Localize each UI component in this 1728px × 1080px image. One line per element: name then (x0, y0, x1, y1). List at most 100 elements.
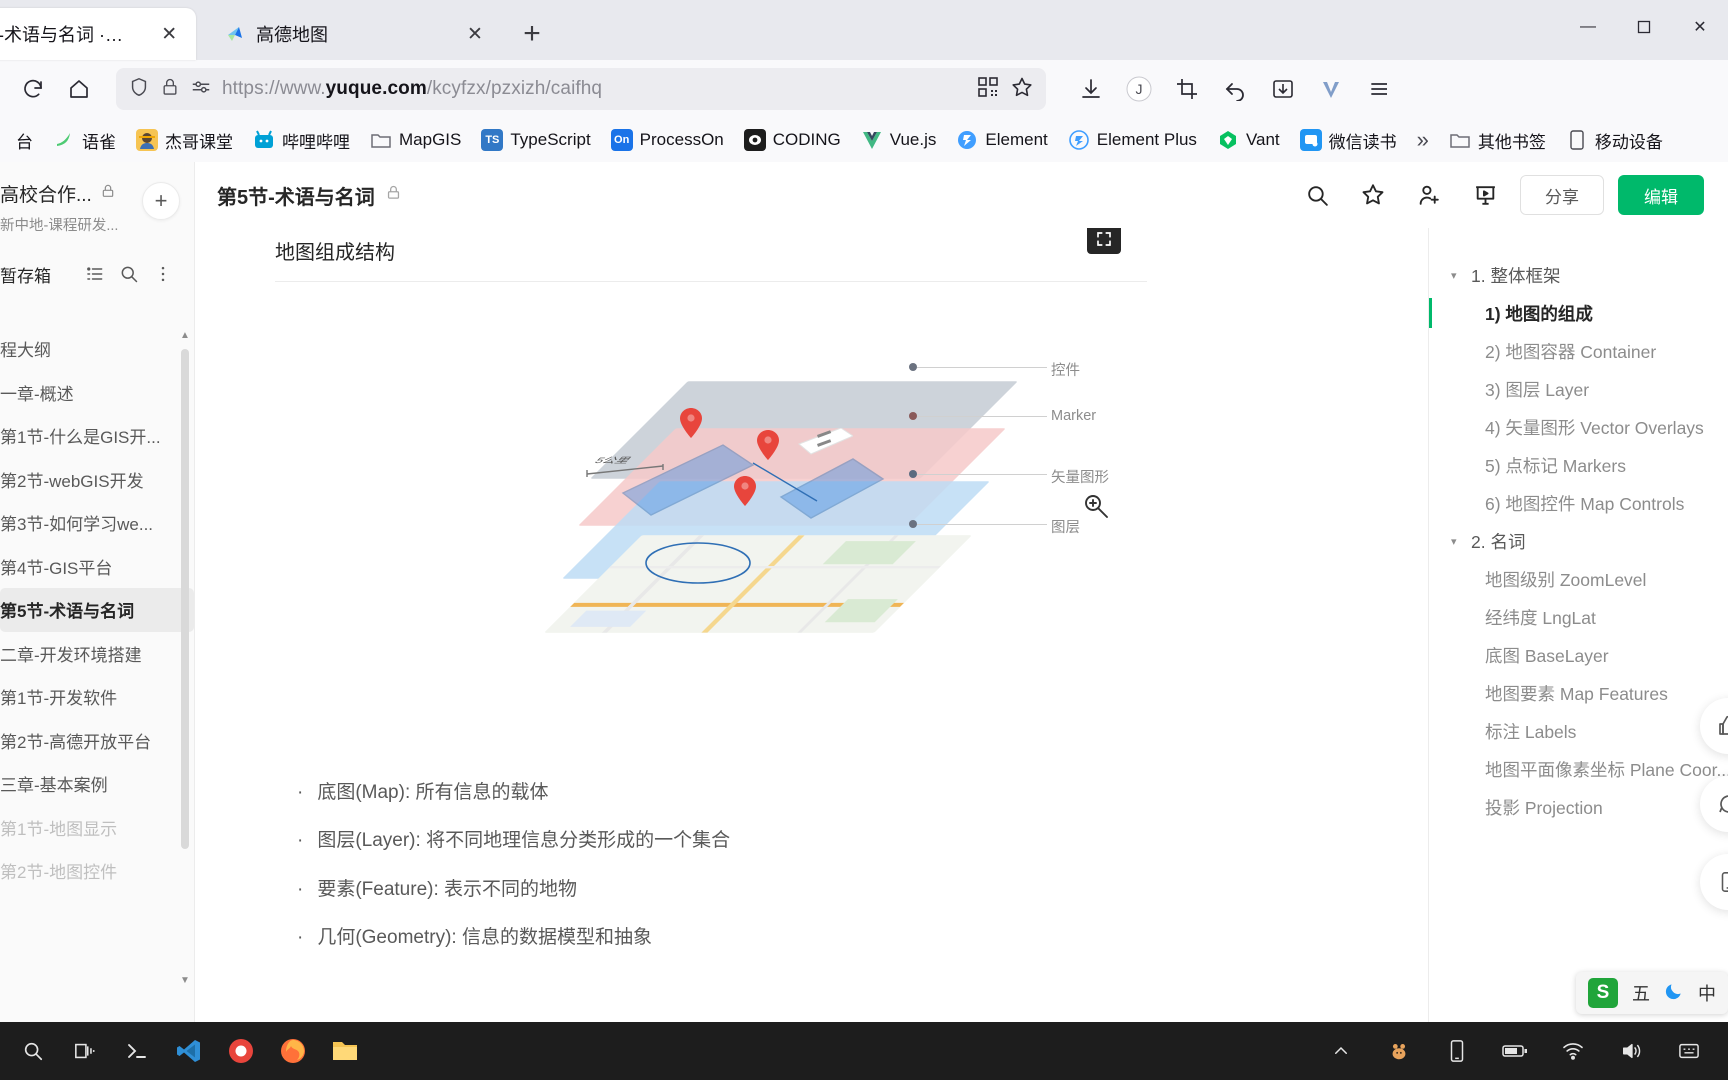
toc-item[interactable]: ▾ 2. 名词 (1429, 522, 1728, 560)
wifi-icon[interactable] (1550, 1028, 1596, 1074)
explorer-icon[interactable] (322, 1028, 368, 1074)
toc-item[interactable]: 2) 地图容器 Container (1429, 332, 1728, 370)
minimize-button[interactable]: — (1560, 6, 1616, 48)
bookmark-item[interactable]: On ProcessOn (603, 124, 732, 156)
sidebar-item[interactable]: 第2节-地图控件 (0, 849, 194, 893)
mobile-bookmarks-folder[interactable]: 移动设备 (1558, 123, 1671, 158)
toc-item[interactable]: ▾ 1. 整体框架 (1429, 256, 1728, 294)
toc-item[interactable]: 4) 矢量图形 Vector Overlays (1429, 408, 1728, 446)
chevron-down-icon[interactable]: ▼ (178, 972, 192, 988)
search-icon[interactable] (1296, 174, 1338, 216)
close-icon[interactable]: ✕ (156, 19, 182, 49)
bookmark-item[interactable]: Element (948, 124, 1055, 156)
toc-item[interactable]: 底图 BaseLayer (1429, 636, 1728, 674)
star-icon[interactable] (1352, 174, 1394, 216)
sidebar-item[interactable]: 第1节-什么是GIS开... (0, 414, 194, 458)
chevron-up-icon[interactable] (1318, 1028, 1364, 1074)
present-icon[interactable] (1464, 174, 1506, 216)
other-bookmarks-folder[interactable]: 其他书签 (1441, 123, 1554, 158)
account-avatar[interactable]: J (1118, 68, 1160, 110)
home-icon[interactable] (58, 68, 100, 110)
fullscreen-icon[interactable] (1087, 228, 1121, 254)
chevron-up-icon[interactable]: ▲ (178, 327, 192, 343)
new-tab-button[interactable]: + (510, 12, 554, 56)
workspace-header[interactable]: 高校合作... 新中地-课程研发... + (0, 162, 194, 245)
toc-item[interactable]: 经纬度 LngLat (1429, 598, 1728, 636)
browser-tab-2[interactable]: 高德地图 ✕ (204, 8, 504, 60)
download-icon[interactable] (1070, 68, 1112, 110)
search-icon[interactable] (10, 1028, 56, 1074)
add-user-icon[interactable] (1408, 174, 1450, 216)
sidebar-item[interactable]: 程大纲 (0, 327, 194, 371)
terminal-icon[interactable] (114, 1028, 160, 1074)
scrollbar-thumb[interactable] (181, 349, 189, 849)
save-to-icon[interactable] (1262, 68, 1304, 110)
bookmark-item[interactable]: 语雀 (45, 123, 124, 158)
pet-icon[interactable] (1376, 1028, 1422, 1074)
figure-map-structure[interactable]: 5公里 控件 Marker 矢量图形 图层 (275, 282, 1147, 752)
ime-menu-label[interactable]: 中 (1698, 980, 1716, 1006)
toc-item[interactable]: 地图级别 ZoomLevel (1429, 560, 1728, 598)
crop-icon[interactable] (1166, 68, 1208, 110)
bookmark-item[interactable]: MapGIS (362, 124, 469, 156)
close-icon[interactable]: ✕ (460, 19, 490, 49)
close-window-button[interactable]: ✕ (1672, 6, 1728, 48)
toc-item[interactable]: 投影 Projection (1429, 788, 1728, 826)
chevron-down-icon[interactable]: ▾ (1451, 535, 1457, 548)
sidebar-item[interactable]: 二章-开发环境搭建 (0, 632, 194, 676)
toc-item[interactable]: 标注 Labels (1429, 712, 1728, 750)
sidebar-item[interactable]: 第1节-地图显示 (0, 806, 194, 850)
toc-item-active[interactable]: 1) 地图的组成 (1429, 294, 1728, 332)
reload-icon[interactable] (12, 68, 54, 110)
edit-button[interactable]: 编辑 (1618, 175, 1704, 215)
volume-icon[interactable] (1608, 1028, 1654, 1074)
thumbs-up-icon[interactable] (1700, 698, 1728, 754)
bookmark-item[interactable]: CODING (736, 124, 849, 156)
list-icon[interactable] (78, 259, 112, 289)
moon-icon[interactable] (1664, 981, 1684, 1006)
menu-icon[interactable] (1358, 68, 1400, 110)
undo-icon[interactable] (1214, 68, 1256, 110)
bookmarks-overflow-button[interactable]: » (1409, 122, 1437, 158)
bookmark-item[interactable]: 杰哥课堂 (128, 123, 241, 158)
toc-item[interactable]: 地图要素 Map Features (1429, 674, 1728, 712)
sidebar-item[interactable]: 第2节-高德开放平台 (0, 719, 194, 763)
share-button[interactable]: 分享 (1520, 175, 1604, 215)
bookmark-item[interactable]: 微信读书 (1292, 123, 1405, 158)
url-bar[interactable]: https://www.yuque.com/kcyfzx/pzxizh/caif… (116, 68, 1046, 110)
battery-icon[interactable] (1492, 1028, 1538, 1074)
more-icon[interactable] (146, 259, 180, 289)
permissions-icon[interactable] (190, 76, 212, 103)
sidebar-item[interactable]: 第3节-如何学习we... (0, 501, 194, 545)
add-doc-button[interactable]: + (142, 182, 180, 220)
sidebar-item[interactable]: 第2节-webGIS开发 (0, 458, 194, 502)
camera-icon[interactable] (218, 1028, 264, 1074)
toc-item[interactable]: 5) 点标记 Markers (1429, 446, 1728, 484)
ime-mode-label[interactable]: 五 (1632, 980, 1650, 1006)
browser-tab-1[interactable]: -术语与名词 · 语雀 ✕ (0, 8, 196, 60)
mobile-icon[interactable] (1700, 854, 1728, 910)
star-icon[interactable] (1010, 75, 1034, 104)
bookmark-item[interactable]: 哔哩哔哩 (245, 123, 358, 158)
shield-icon[interactable] (128, 76, 150, 103)
url-text[interactable]: https://www.yuque.com/kcyfzx/pzxizh/caif… (222, 78, 966, 100)
ime-icon[interactable] (1666, 1028, 1712, 1074)
bookmark-item[interactable]: Element Plus (1060, 124, 1205, 156)
bookmark-item[interactable]: TS TypeScript (473, 124, 598, 156)
toc-item[interactable]: 地图平面像素坐标 Plane Coor... (1429, 750, 1728, 788)
bookmark-item[interactable]: Vant (1209, 124, 1288, 156)
qr-code-icon[interactable] (976, 75, 1000, 104)
taskview-icon[interactable] (62, 1028, 108, 1074)
phone-icon[interactable] (1434, 1028, 1480, 1074)
toc-item[interactable]: 6) 地图控件 Map Controls (1429, 484, 1728, 522)
comment-icon[interactable] (1700, 776, 1728, 832)
lock-icon[interactable] (160, 77, 180, 102)
input-method-bar[interactable]: S 五 中 (1576, 972, 1728, 1014)
bookmark-item[interactable]: Vue.js (853, 124, 945, 156)
firefox-icon[interactable] (270, 1028, 316, 1074)
toc-item[interactable]: 3) 图层 Layer (1429, 370, 1728, 408)
vscode-icon[interactable] (166, 1028, 212, 1074)
sidebar-item[interactable]: 三章-基本案例 (0, 762, 194, 806)
sidebar-scrollbar[interactable]: ▲ ▼ (178, 327, 192, 1022)
v-extension-icon[interactable] (1310, 68, 1352, 110)
